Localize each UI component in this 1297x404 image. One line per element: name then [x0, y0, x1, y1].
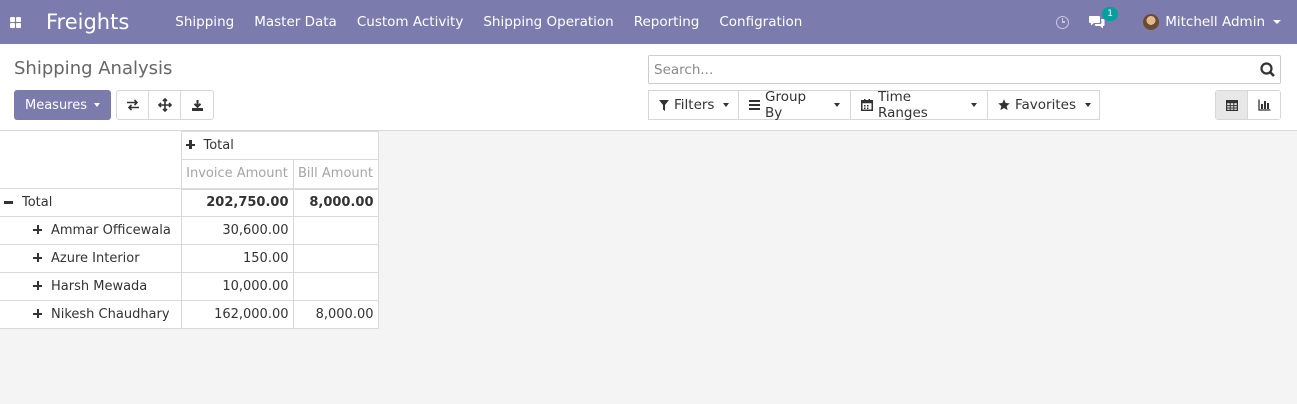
page-title: Shipping Analysis [14, 58, 173, 79]
swap-arrows-icon [126, 99, 139, 111]
download-button[interactable] [181, 91, 213, 119]
time-ranges-label: Time Ranges [878, 89, 928, 121]
invoice-amount-cell[interactable]: 10,000.00 [180, 272, 294, 301]
table-icon [1225, 99, 1238, 111]
pivot-row-header[interactable]: Azure Interior [0, 244, 182, 273]
table-row: Ammar Officewala 30,600.00 [0, 216, 379, 245]
apps-grid-icon [9, 16, 21, 28]
plus-icon [33, 281, 42, 290]
navbar-systray: 1 Mitchell Admin [1056, 0, 1297, 44]
search-box [648, 55, 1281, 84]
plus-icon [33, 309, 42, 318]
graph-view-button[interactable] [1248, 91, 1280, 119]
menu-shipping[interactable]: Shipping [175, 14, 234, 30]
caret-down-icon [723, 103, 730, 107]
table-row: Harsh Mewada 10,000.00 [0, 272, 379, 301]
filters-button[interactable]: Filters [648, 90, 739, 120]
row-header-label: Total [22, 195, 53, 210]
invoice-amount-cell[interactable]: 162,000.00 [180, 300, 294, 329]
pivot-row-header[interactable]: Harsh Mewada [0, 272, 182, 301]
caret-down-icon [834, 103, 840, 107]
avatar [1143, 14, 1160, 30]
menu-custom-activity[interactable]: Custom Activity [357, 14, 464, 30]
time-ranges-button[interactable]: Time Ranges [850, 89, 988, 121]
pivot-actions-group [116, 90, 214, 120]
search-options-bar: Filters Group By Time Ranges Favorites [648, 89, 1100, 121]
menu-reporting[interactable]: Reporting [634, 14, 700, 30]
menu-master-data[interactable]: Master Data [254, 14, 337, 30]
total-invoice-amount[interactable]: 202,750.00 [180, 188, 294, 217]
measures-button[interactable]: Measures [14, 90, 111, 120]
favorites-button[interactable]: Favorites [987, 90, 1100, 120]
activity-clock-icon[interactable] [1056, 15, 1070, 29]
invoice-amount-cell[interactable]: 150.00 [180, 244, 294, 273]
search-icon[interactable] [1259, 61, 1276, 78]
apps-menu-button[interactable] [0, 0, 30, 44]
column-header-label: Total [203, 138, 234, 153]
filters-label: Filters [674, 97, 715, 113]
pivot-row-header[interactable]: Ammar Officewala [0, 216, 182, 245]
measure-header-invoice-amount[interactable]: Invoice Amount [180, 159, 294, 190]
measures-label: Measures [24, 97, 88, 113]
expand-all-button[interactable] [149, 91, 181, 119]
measure-header-bill-amount[interactable]: Bill Amount [292, 159, 379, 190]
table-row: Azure Interior 150.00 [0, 244, 379, 273]
plus-icon [33, 225, 42, 234]
messaging-button[interactable]: 1 [1089, 7, 1118, 29]
row-header-label: Harsh Mewada [51, 279, 148, 294]
pivot-corner [0, 131, 182, 189]
pivot-table: Total Invoice Amount Bill Amount Total 2… [0, 131, 379, 329]
star-icon [998, 99, 1010, 111]
plus-icon [185, 140, 195, 149]
view-switcher [1215, 90, 1281, 120]
funnel-icon [659, 99, 669, 111]
control-panel: Shipping Analysis Measures Search... Fil… [0, 44, 1297, 131]
table-row: Nikesh Chaudhary 162,000.00 8,000.00 [0, 300, 379, 329]
caret-down-icon [971, 103, 977, 107]
pivot-view-button[interactable] [1216, 91, 1248, 119]
bill-amount-cell[interactable] [292, 244, 379, 273]
flip-axis-button[interactable] [117, 91, 149, 119]
chevron-down-icon [1273, 20, 1281, 24]
invoice-amount-cell[interactable]: 30,600.00 [180, 216, 294, 245]
pivot-column-header-total[interactable]: Total [180, 131, 379, 160]
search-input[interactable] [649, 56, 1249, 83]
row-header-label: Azure Interior [51, 251, 140, 266]
bill-amount-cell[interactable] [292, 272, 379, 301]
user-menu[interactable]: Mitchell Admin [1143, 14, 1281, 30]
row-header-label: Nikesh Chaudhary [51, 307, 170, 322]
download-icon [191, 99, 203, 111]
row-header-label: Ammar Officewala [51, 223, 171, 238]
bars-icon [749, 100, 760, 110]
group-by-label: Group By [765, 89, 807, 121]
bill-amount-cell[interactable] [292, 216, 379, 245]
chat-count-badge: 1 [1102, 7, 1118, 21]
menu-shipping-operation[interactable]: Shipping Operation [483, 14, 613, 30]
minus-icon [4, 201, 13, 204]
pivot-row-header[interactable]: Nikesh Chaudhary [0, 300, 182, 329]
menu-configration[interactable]: Configration [719, 14, 802, 30]
favorites-label: Favorites [1015, 97, 1076, 113]
expand-arrows-icon [157, 98, 172, 112]
caret-down-icon [1084, 103, 1091, 107]
caret-down-icon [94, 103, 101, 107]
total-bill-amount[interactable]: 8,000.00 [292, 188, 379, 217]
app-brand[interactable]: Freights [46, 10, 129, 34]
table-row: Total 202,750.00 8,000.00 [0, 188, 379, 217]
group-by-button[interactable]: Group By [738, 89, 851, 121]
plus-icon [33, 253, 42, 262]
calendar-icon [861, 99, 873, 111]
bar-chart-icon [1257, 99, 1270, 111]
bill-amount-cell[interactable]: 8,000.00 [292, 300, 379, 329]
pivot-row-header-total[interactable]: Total [0, 188, 182, 217]
user-name: Mitchell Admin [1165, 14, 1265, 30]
top-navbar: Freights Shipping Master Data Custom Act… [0, 0, 1297, 44]
